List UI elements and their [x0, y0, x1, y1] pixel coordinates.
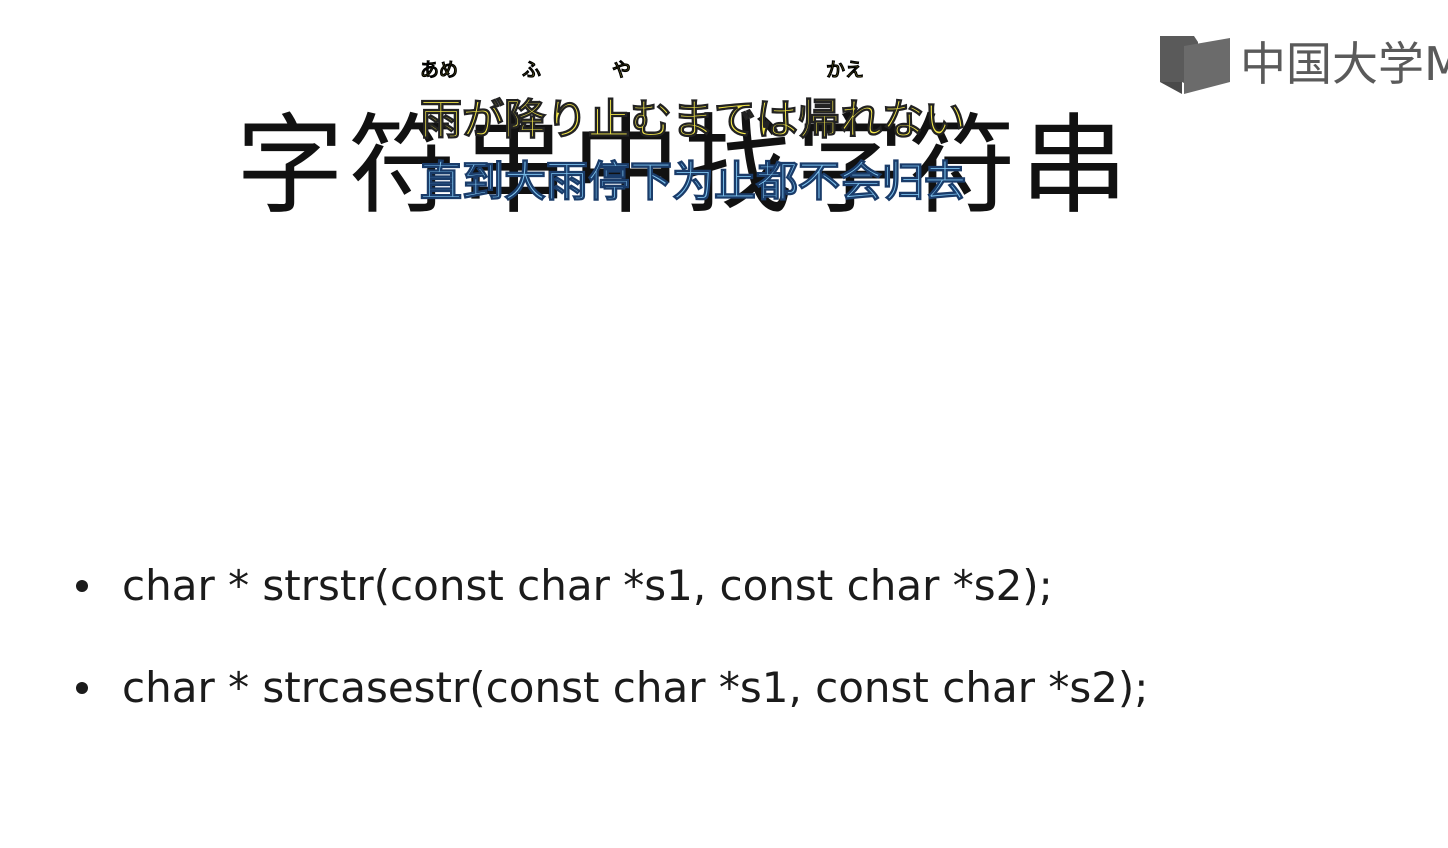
furigana-reading: ふ	[522, 59, 542, 82]
bullet-text: char * strstr(const char *s1, const char…	[122, 561, 1053, 610]
bullet-text: char * strcasestr(const char *s1, const …	[122, 663, 1149, 712]
subtitle-chinese: 直到大雨停下为止都不会归去	[419, 157, 967, 207]
furigana-reading: かえ	[826, 59, 865, 82]
furigana-reading: や	[612, 59, 632, 82]
bullet-list: char * strstr(const char *s1, const char…	[70, 552, 1148, 756]
furigana-row: あめ ふ や かえ	[0, 58, 1448, 86]
video-frame: 字符串中找字符串 char * strstr(const char *s1, c…	[0, 0, 1448, 848]
bullet-dot	[76, 580, 88, 592]
subtitle-japanese: 雨が降り止むまでは帰れない	[419, 95, 967, 145]
bullet-dot	[76, 682, 88, 694]
furigana-reading: あめ	[420, 59, 459, 82]
list-item: char * strstr(const char *s1, const char…	[70, 552, 1148, 654]
list-item: char * strcasestr(const char *s1, const …	[70, 654, 1148, 756]
